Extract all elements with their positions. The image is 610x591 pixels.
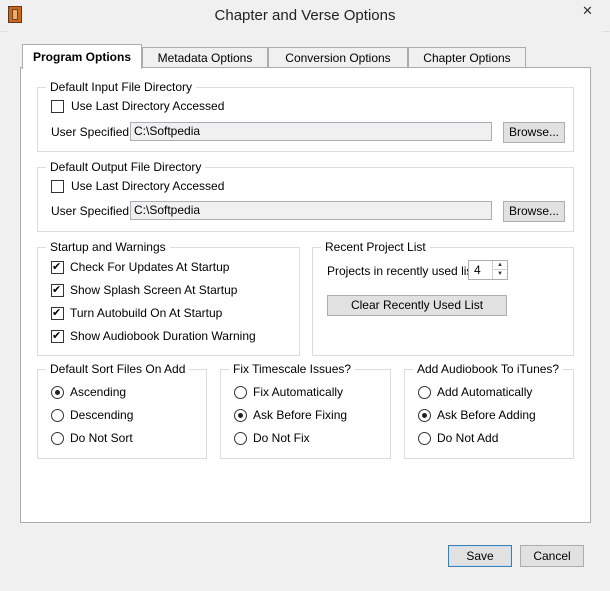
output-browse-button[interactable]: Browse... xyxy=(503,201,565,222)
projects-count-label: Projects in recently used list: xyxy=(327,264,480,278)
arrow-down-icon[interactable]: ▼ xyxy=(493,270,507,279)
window-title: Chapter and Verse Options xyxy=(214,7,396,24)
input-use-last-label: Use Last Directory Accessed xyxy=(71,99,225,113)
check-updates-label: Check For Updates At Startup xyxy=(70,260,230,274)
timescale-none-radio[interactable] xyxy=(234,432,247,445)
arrow-up-icon[interactable]: ▲ xyxy=(493,261,507,270)
timescale-ask-label: Ask Before Fixing xyxy=(253,408,348,422)
itunes-auto-label: Add Automatically xyxy=(437,385,533,399)
itunes-ask-label: Ask Before Adding xyxy=(437,408,536,422)
sort-legend: Default Sort Files On Add xyxy=(46,362,190,376)
dialog-client: Program Options Metadata Options Convers… xyxy=(8,31,602,583)
itunes-none-radio[interactable] xyxy=(418,432,431,445)
itunes-legend: Add Audiobook To iTunes? xyxy=(413,362,564,376)
timescale-none-label: Do Not Fix xyxy=(253,431,310,445)
splash-screen-label: Show Splash Screen At Startup xyxy=(70,283,238,297)
tab-metadata-options[interactable]: Metadata Options xyxy=(142,47,268,68)
sort-descending-radio[interactable] xyxy=(51,409,64,422)
sort-descending-label: Descending xyxy=(70,408,134,422)
tab-conversion-options[interactable]: Conversion Options xyxy=(268,47,408,68)
save-button[interactable]: Save xyxy=(448,545,512,567)
duration-warning-label: Show Audiobook Duration Warning xyxy=(70,329,256,343)
cancel-button[interactable]: Cancel xyxy=(520,545,584,567)
startup-legend: Startup and Warnings xyxy=(46,240,170,254)
output-dir-group: Default Output File Directory Use Last D… xyxy=(37,160,574,232)
timescale-group: Fix Timescale Issues? Fix Automatically … xyxy=(220,362,391,459)
input-dir-legend: Default Input File Directory xyxy=(46,80,197,94)
output-path-field[interactable]: C:\Softpedia xyxy=(130,201,492,220)
stepper-buttons: ▲ ▼ xyxy=(492,261,507,279)
sort-none-label: Do Not Sort xyxy=(70,431,133,445)
input-dir-group: Default Input File Directory Use Last Di… xyxy=(37,80,574,152)
input-user-specified-label: User Specified: xyxy=(51,125,133,139)
timescale-auto-label: Fix Automatically xyxy=(253,385,344,399)
sort-ascending-label: Ascending xyxy=(70,385,127,399)
output-use-last-label: Use Last Directory Accessed xyxy=(71,179,225,193)
autobuild-checkbox[interactable] xyxy=(51,306,64,320)
tab-program-options[interactable]: Program Options xyxy=(22,44,142,69)
tab-chapter-options[interactable]: Chapter Options xyxy=(408,47,526,68)
output-user-specified-label: User Specified: xyxy=(51,204,133,218)
recent-projects-group: Recent Project List Projects in recently… xyxy=(312,240,574,356)
timescale-legend: Fix Timescale Issues? xyxy=(229,362,356,376)
projects-count-value: 4 xyxy=(474,263,481,277)
clear-recent-button[interactable]: Clear Recently Used List xyxy=(327,295,507,316)
timescale-ask-radio[interactable] xyxy=(234,409,247,422)
itunes-none-label: Do Not Add xyxy=(437,431,499,445)
input-browse-button[interactable]: Browse... xyxy=(503,122,565,143)
close-icon[interactable]: ✕ xyxy=(565,0,610,21)
projects-count-stepper[interactable]: 4 ▲ ▼ xyxy=(468,260,508,280)
startup-group: Startup and Warnings Check For Updates A… xyxy=(37,240,300,356)
recent-projects-legend: Recent Project List xyxy=(321,240,430,254)
itunes-group: Add Audiobook To iTunes? Add Automatical… xyxy=(404,362,574,459)
output-dir-legend: Default Output File Directory xyxy=(46,160,206,174)
program-options-panel: Default Input File Directory Use Last Di… xyxy=(20,67,591,523)
sort-none-radio[interactable] xyxy=(51,432,64,445)
sort-ascending-radio[interactable] xyxy=(51,386,64,399)
itunes-auto-radio[interactable] xyxy=(418,386,431,399)
splash-screen-checkbox[interactable] xyxy=(51,283,64,297)
check-updates-checkbox[interactable] xyxy=(51,260,64,274)
timescale-auto-radio[interactable] xyxy=(234,386,247,399)
title-bar: Chapter and Verse Options ✕ xyxy=(0,0,610,32)
output-use-last-checkbox[interactable] xyxy=(51,180,64,193)
input-use-last-checkbox[interactable] xyxy=(51,100,64,113)
sort-group: Default Sort Files On Add Ascending Desc… xyxy=(37,362,207,459)
autobuild-label: Turn Autobuild On At Startup xyxy=(70,306,223,320)
duration-warning-checkbox[interactable] xyxy=(51,329,64,343)
itunes-ask-radio[interactable] xyxy=(418,409,431,422)
input-path-field[interactable]: C:\Softpedia xyxy=(130,122,492,141)
